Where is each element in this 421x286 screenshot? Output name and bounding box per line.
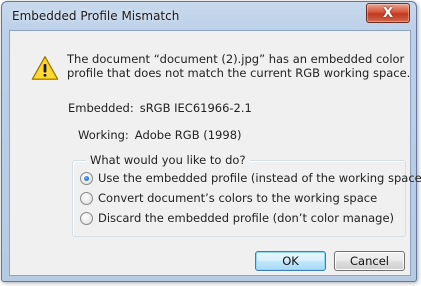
option-use-embedded-label: Use the embedded profile (instead of the… (98, 171, 421, 185)
window-title: Embedded Profile Mismatch (12, 9, 180, 23)
message-line-2: profile that does not match the current … (67, 66, 411, 80)
dialog-content: The document “document (2).jpg” has an e… (9, 30, 421, 276)
embedded-label: Embedded: (68, 101, 134, 115)
title-bar[interactable]: Embedded Profile Mismatch X (2, 2, 416, 30)
cancel-button[interactable]: Cancel (334, 251, 405, 271)
message-line-1: The document “document (2).jpg” has an e… (67, 52, 405, 66)
option-discard-profile-label: Discard the embedded profile (don’t colo… (98, 211, 395, 225)
working-value: Adobe RGB (1998) (134, 128, 242, 142)
ok-button[interactable]: OK (255, 251, 326, 271)
message-text: The document “document (2).jpg” has an e… (67, 52, 410, 80)
radio-button[interactable] (80, 211, 93, 225)
option-convert-colors-label: Convert document’s colors to the working… (98, 191, 378, 205)
close-icon: X (382, 5, 394, 21)
embedded-profile-row: Embedded: sRGB IEC61966-2.1 (68, 101, 252, 115)
working-profile-row: Working: Adobe RGB (1998) (78, 128, 242, 142)
close-button[interactable]: X (366, 3, 410, 23)
options-group-legend: What would you like to do? (86, 153, 250, 167)
option-convert-colors[interactable]: Convert document’s colors to the working… (80, 190, 377, 206)
working-label: Working: (78, 128, 129, 142)
radio-button-selected[interactable] (80, 171, 93, 185)
option-use-embedded[interactable]: Use the embedded profile (instead of the… (80, 170, 421, 186)
option-discard-profile[interactable]: Discard the embedded profile (don’t colo… (80, 210, 394, 226)
warning-icon (31, 56, 59, 80)
radio-button[interactable] (80, 191, 93, 205)
dialog-window: Embedded Profile Mismatch X The document… (1, 1, 421, 282)
embedded-value: sRGB IEC61966-2.1 (139, 101, 252, 115)
